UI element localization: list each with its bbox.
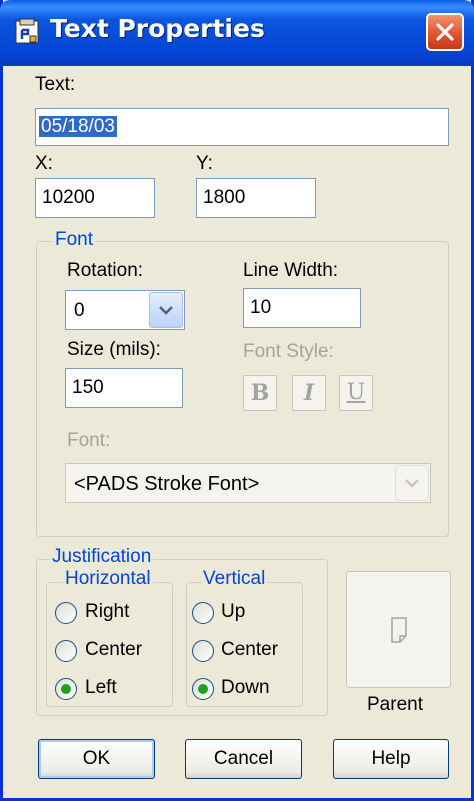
title-bar[interactable]: Text Properties	[0, 0, 474, 66]
radio-selected-dot	[61, 684, 71, 694]
font-dropdown[interactable]: <PADS Stroke Font>	[65, 463, 431, 503]
horizontal-group-label: Horizontal	[63, 568, 153, 590]
ok-button[interactable]: OK	[38, 739, 155, 779]
bold-button[interactable]: B	[243, 375, 277, 411]
chevron-down-icon	[405, 479, 419, 488]
radio-vertical-down[interactable]	[192, 678, 214, 700]
text-input[interactable]: 05/18/03	[35, 108, 449, 146]
radio-horizontal-left-label: Left	[85, 677, 117, 698]
radio-horizontal-center[interactable]	[55, 640, 77, 662]
radio-vertical-center[interactable]	[192, 640, 214, 662]
y-input[interactable]: 1800	[196, 178, 316, 218]
justification-group-label: Justification	[50, 546, 154, 568]
italic-button[interactable]: I	[292, 375, 326, 411]
rotation-dropdown-button[interactable]	[149, 292, 183, 328]
radio-horizontal-left[interactable]	[55, 678, 77, 700]
radio-vertical-down-label: Down	[221, 677, 270, 698]
rotation-label: Rotation:	[67, 260, 144, 281]
x-input[interactable]: 10200	[35, 178, 155, 218]
parent-page-icon	[391, 617, 407, 643]
radio-vertical-up[interactable]	[192, 602, 214, 624]
radio-horizontal-center-label: Center	[85, 639, 143, 660]
size-label: Size (mils):	[67, 339, 161, 360]
font-label: Font:	[67, 430, 111, 451]
close-icon	[436, 23, 454, 41]
font-group-label: Font	[53, 229, 96, 251]
close-button[interactable]	[426, 13, 464, 51]
line-width-input[interactable]: 10	[243, 288, 361, 328]
rotation-value: 0	[74, 300, 85, 321]
dialog-title: Text Properties	[50, 14, 265, 43]
text-label: Text:	[35, 74, 76, 95]
chevron-down-icon	[159, 306, 173, 315]
font-dropdown-button[interactable]	[395, 465, 429, 501]
vertical-group-label: Vertical	[201, 568, 268, 590]
x-label: X:	[35, 153, 53, 174]
text-input-value: 05/18/03	[39, 116, 117, 137]
rotation-dropdown[interactable]: 0	[65, 290, 185, 330]
y-label: Y:	[196, 153, 213, 174]
radio-selected-dot	[198, 684, 208, 694]
radio-vertical-up-label: Up	[221, 601, 246, 622]
help-button[interactable]: Help	[333, 739, 449, 779]
font-value: <PADS Stroke Font>	[74, 473, 260, 495]
size-input[interactable]: 150	[65, 368, 183, 408]
parent-button[interactable]	[346, 571, 451, 688]
radio-vertical-center-label: Center	[221, 639, 279, 660]
underline-button[interactable]: U	[339, 375, 373, 411]
text-properties-dialog: Text Properties Text: 05/18/03 X: 10200 …	[0, 0, 474, 801]
font-style-label: Font Style:	[243, 341, 334, 362]
pads-app-icon	[14, 18, 42, 46]
radio-horizontal-right-label: Right	[85, 601, 130, 622]
parent-label: Parent	[367, 694, 423, 715]
cancel-button[interactable]: Cancel	[185, 739, 302, 779]
line-width-label: Line Width:	[243, 260, 339, 281]
radio-horizontal-right[interactable]	[55, 602, 77, 624]
